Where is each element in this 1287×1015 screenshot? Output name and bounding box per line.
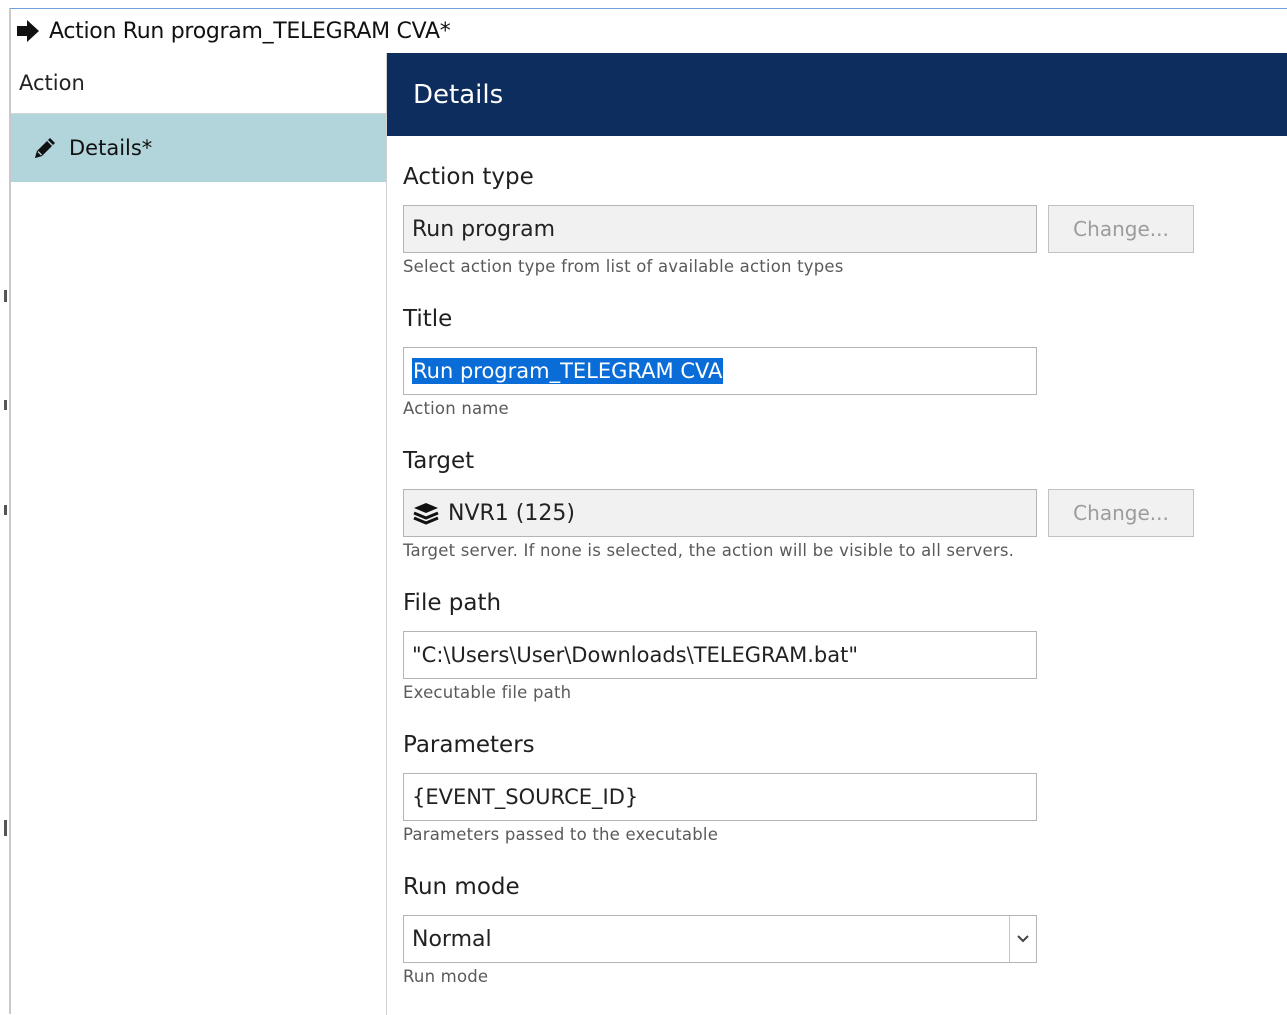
title-bar: Action Run program_TELEGRAM CVA* [11,9,1287,53]
pencil-icon [35,138,55,158]
action-type-help: Select action type from list of availabl… [403,257,844,276]
parameters-field[interactable] [403,773,1037,821]
title-input[interactable]: Run program_TELEGRAM CVA [403,347,1037,395]
edge-artifact [4,505,7,515]
details-panel: Details Action type Run program Change..… [387,53,1287,1015]
file-path-input[interactable] [412,643,1036,667]
run-mode-label: Run mode [403,874,520,900]
edge-artifact [4,400,7,410]
file-path-label: File path [403,590,502,616]
title-help: Action name [403,399,509,418]
banner-title: Details [413,79,504,110]
target-help: Target server. If none is selected, the … [403,541,1015,560]
sidebar-item-details[interactable]: Details* [11,114,386,182]
parameters-input[interactable] [412,785,1036,809]
title-label: Title [403,306,453,332]
action-type-field: Run program [403,205,1037,253]
action-type-value: Run program [412,216,556,242]
window-title: Action Run program_TELEGRAM CVA* [49,18,451,44]
action-type-change-button[interactable]: Change... [1048,205,1194,253]
run-mode-select[interactable]: Normal [403,915,1037,963]
arrow-right-icon [17,20,39,42]
target-field: NVR1 (125) [403,489,1037,537]
file-path-help: Executable file path [403,683,572,702]
chevron-down-icon [1017,935,1029,943]
edge-artifact [4,290,7,302]
parameters-help: Parameters passed to the executable [403,825,719,844]
edge-artifact [4,820,7,836]
dropdown-toggle[interactable] [1009,916,1036,962]
details-banner: Details [387,53,1287,136]
sidebar-header: Action [11,53,386,114]
run-mode-help: Run mode [403,967,489,986]
target-change-button[interactable]: Change... [1048,489,1194,537]
action-window: Action Run program_TELEGRAM CVA* Action … [9,8,1287,1015]
sidebar-item-label: Details* [69,136,153,160]
server-stack-icon [413,503,439,525]
file-path-field[interactable] [403,631,1037,679]
action-type-label: Action type [403,164,534,190]
target-label: Target [403,448,475,474]
title-input-value: Run program_TELEGRAM CVA [412,358,724,384]
target-value: NVR1 (125) [448,500,575,526]
run-mode-value: Normal [412,926,492,952]
sidebar: Action Details* [11,53,387,1015]
parameters-label: Parameters [403,732,535,758]
